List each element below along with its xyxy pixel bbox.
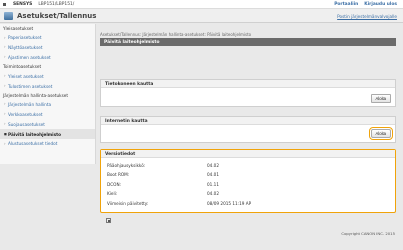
sidebar-group-function[interactable]: Toimintoasetukset bbox=[0, 62, 95, 71]
version-label: Boot ROM: bbox=[107, 172, 130, 178]
version-label: DCON: bbox=[107, 181, 121, 187]
brand: SENSYS LBP151/LBP151/ bbox=[3, 2, 74, 7]
settings-title-text: Asetukset/Tallennus bbox=[17, 12, 97, 20]
version-row: Kieli: 04.02 bbox=[101, 187, 395, 197]
portal-link[interactable]: Portaaliin bbox=[334, 2, 358, 7]
model-name: LBP151/LBP151/ bbox=[38, 2, 75, 7]
breadcrumb: Asetukset/Tallennus: Järjestelmän hallin… bbox=[100, 32, 252, 37]
version-row: DCON: 01.11 bbox=[101, 177, 395, 187]
version-value: 08/09 2015 11:19 AP bbox=[207, 200, 252, 206]
sidebar-item-display-settings[interactable]: Näyttöasetukset bbox=[0, 43, 95, 53]
page-title-bar: Päivitä laiteohjelmisto bbox=[100, 38, 396, 46]
mail-admin-link[interactable]: Postin järjestelmänvalvojalle bbox=[337, 14, 397, 19]
version-value: 04.02 bbox=[207, 162, 219, 168]
start-via-computer-button[interactable]: Aloita bbox=[370, 94, 391, 103]
sidebar-group-general[interactable]: Yleisasetukset bbox=[0, 24, 95, 33]
via-internet-title: Internetin kautta bbox=[101, 117, 395, 125]
version-value: 04.01 bbox=[207, 172, 219, 178]
version-row: Viimeisin päivitetty: 08/09 2015 11:19 A… bbox=[101, 196, 395, 206]
version-value: 04.02 bbox=[207, 191, 219, 197]
settings-icon bbox=[4, 12, 13, 20]
version-row: Boot ROM: 04.01 bbox=[101, 168, 395, 178]
main-content: Asetukset/Tallennus: Järjestelmän hallin… bbox=[98, 24, 403, 236]
page-header: Asetukset/Tallennus Postin järjestelmänv… bbox=[0, 9, 403, 23]
version-label: Kieli: bbox=[107, 191, 118, 197]
page-top-icon[interactable] bbox=[106, 218, 111, 223]
sidebar-item-init-settings[interactable]: Alustusasetukset tiedot bbox=[0, 139, 95, 149]
sidebar-item-paper-settings[interactable]: Paperiasetukset bbox=[0, 33, 95, 43]
version-info-panel: Versiotiedot Pääohjausyksikkö: 04.02 Boo… bbox=[100, 149, 396, 213]
brand-logo-icon bbox=[3, 3, 6, 6]
version-value: 01.11 bbox=[207, 181, 219, 187]
logout-link[interactable]: Kirjaudu ulos bbox=[364, 2, 397, 7]
top-bar: SENSYS LBP151/LBP151/ Portaaliin Kirjaud… bbox=[0, 0, 403, 9]
brand-name: SENSYS bbox=[13, 2, 33, 7]
sidebar-item-common-settings[interactable]: Yleiset asetukset bbox=[0, 71, 95, 81]
top-links: Portaaliin Kirjaudu ulos bbox=[334, 2, 397, 7]
settings-title: Asetukset/Tallennus bbox=[4, 12, 96, 20]
sidebar: Yleisasetukset Paperiasetukset Näyttöase… bbox=[0, 24, 96, 164]
sidebar-group-management[interactable]: Järjestelmän hallinta-asetukset bbox=[0, 91, 95, 100]
via-internet-panel: Internetin kautta Aloita bbox=[100, 116, 396, 143]
sidebar-item-timer-settings[interactable]: Ajastimen asetukset bbox=[0, 53, 95, 63]
via-computer-title: Tietokoneen kautta bbox=[101, 80, 395, 88]
version-row: Pääohjausyksikkö: 04.02 bbox=[101, 158, 395, 168]
version-label: Pääohjausyksikkö: bbox=[107, 162, 146, 168]
sidebar-item-printer-settings[interactable]: Tulostimen asetukset bbox=[0, 81, 95, 91]
start-via-internet-button[interactable]: Aloita bbox=[368, 127, 394, 140]
page-title: Päivitä laiteohjelmisto bbox=[104, 39, 160, 45]
sidebar-item-security-settings[interactable]: Suojausasetukset bbox=[0, 119, 95, 129]
copyright: Copyright CANON INC. 2015 bbox=[341, 231, 395, 236]
sidebar-item-update-firmware[interactable]: Päivitä laiteohjelmisto bbox=[0, 129, 95, 140]
version-info-title: Versiotiedot bbox=[101, 150, 395, 158]
sidebar-item-system-management[interactable]: Järjestelmän hallinta bbox=[0, 100, 95, 110]
version-label: Viimeisin päivitetty: bbox=[107, 200, 149, 206]
via-computer-panel: Tietokoneen kautta Aloita bbox=[100, 79, 396, 107]
sidebar-item-network-settings[interactable]: Verkkoasetukset bbox=[0, 110, 95, 120]
